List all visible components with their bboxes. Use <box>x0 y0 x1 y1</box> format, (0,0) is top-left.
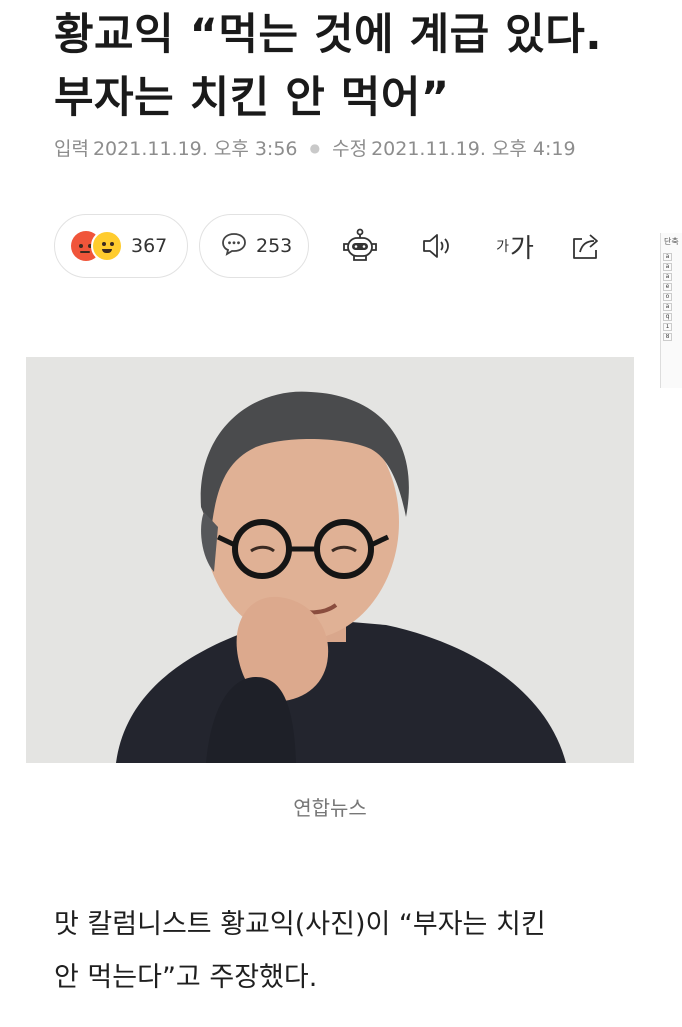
article-body: 맛 칼럼니스트 황교익(사진)이 “부자는 치킨 안 먹는다”고 주장했다. <box>54 898 634 1004</box>
side-panel-row[interactable]: o <box>663 292 680 301</box>
article-headline: 황교익 “먹는 것에 계급 있다. 부자는 치킨 안 먹어” <box>54 4 644 130</box>
article-toolbar: 367 253 가 가 <box>54 214 634 278</box>
side-panel-row[interactable]: a <box>663 252 680 261</box>
modified-time: 2021.11.19. 오후 4:19 <box>371 138 576 160</box>
headline-line-2: 부자는 치킨 안 먹어” <box>54 73 450 123</box>
side-panel-row[interactable]: 8 <box>663 332 680 341</box>
published-time: 2021.11.19. 오후 3:56 <box>92 138 298 160</box>
side-panel-row[interactable]: a <box>663 302 680 311</box>
side-panel-header: 단축 <box>664 237 679 246</box>
speech-bubble-icon <box>220 230 248 262</box>
photo-caption: 연합뉴스 <box>293 796 367 820</box>
article-photo[interactable] <box>26 357 634 763</box>
body-line-2: 안 먹는다”고 주장했다. <box>54 962 318 993</box>
side-panel-row[interactable]: a <box>663 272 680 281</box>
modified-label: 수정 <box>332 138 368 160</box>
body-line-1: 맛 칼럼니스트 황교익(사진)이 “부자는 치킨 <box>54 909 546 940</box>
side-panel-row[interactable]: a <box>663 262 680 271</box>
article-timestamps: 입력 2021.11.19. 오후 3:56 ● 수정 2021.11.19. 오후… <box>54 134 576 161</box>
font-size-large: 가 <box>509 233 534 264</box>
share-icon[interactable] <box>566 226 606 266</box>
robot-icon[interactable] <box>340 226 380 266</box>
reaction-count: 367 <box>131 235 168 257</box>
side-shortcut-panel[interactable]: 단축 a a a e o a q 1 8 <box>660 233 682 388</box>
portrait-illustration <box>26 357 634 763</box>
font-size-icon[interactable]: 가가 <box>490 226 540 266</box>
meta-separator: ● <box>309 141 321 155</box>
font-size-small: 가 <box>496 239 509 255</box>
smile-face-icon <box>91 230 123 262</box>
speaker-icon[interactable] <box>416 226 456 266</box>
article-page: 황교익 “먹는 것에 계급 있다. 부자는 치킨 안 먹어” 입력 2021.11… <box>0 0 682 1027</box>
comment-button[interactable]: 253 <box>199 214 309 278</box>
side-panel-row[interactable]: 1 <box>663 322 680 331</box>
reaction-button[interactable]: 367 <box>54 214 188 278</box>
side-panel-row[interactable]: q <box>663 312 680 321</box>
headline-line-1: 황교익 “먹는 것에 계급 있다. <box>54 10 603 60</box>
comment-count: 253 <box>256 235 293 257</box>
side-panel-row[interactable]: e <box>663 282 680 291</box>
published-label: 입력 <box>54 138 89 160</box>
